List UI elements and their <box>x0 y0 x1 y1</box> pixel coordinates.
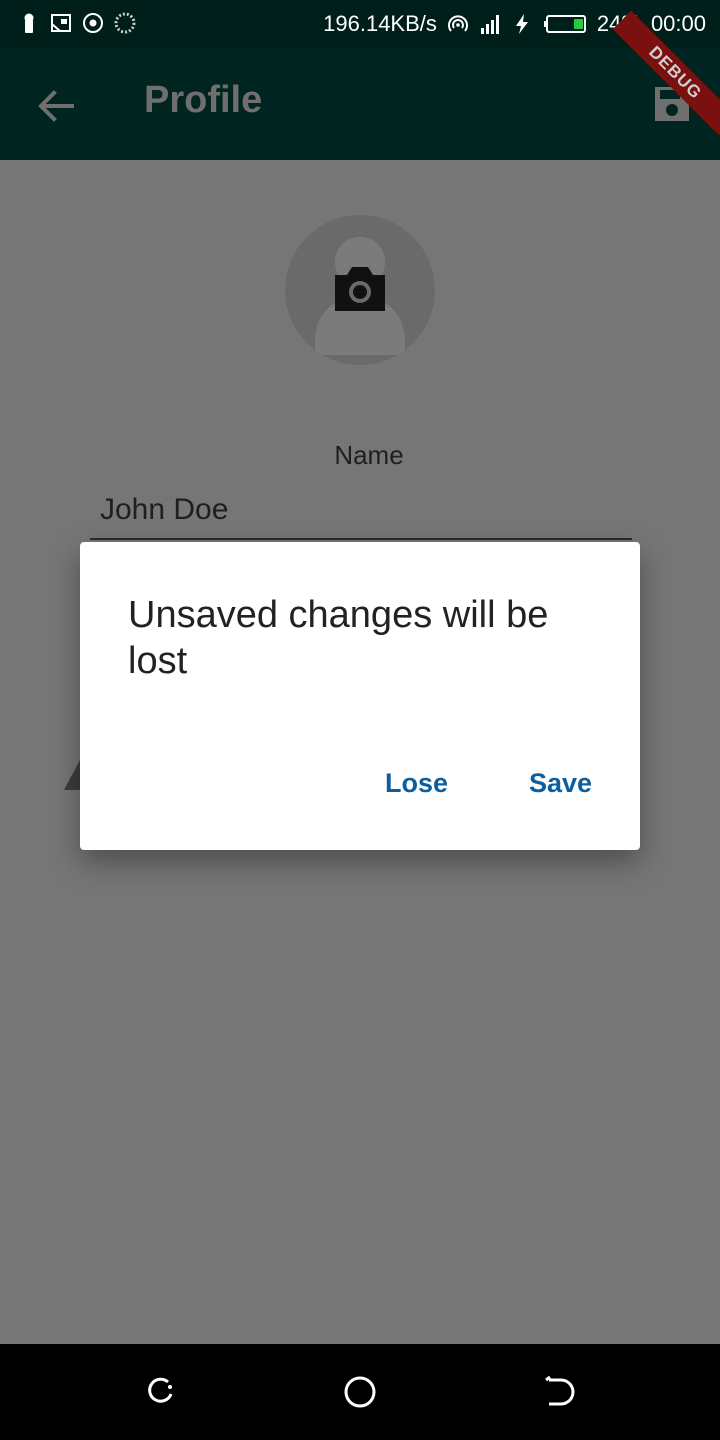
status-left-icons <box>18 12 136 34</box>
signal-icon <box>480 15 499 34</box>
charging-icon <box>515 14 528 34</box>
dialog-title: Unsaved changes will be lost <box>128 594 549 682</box>
name-field[interactable]: John Doe <box>100 493 228 527</box>
clock: 00:00 <box>650 11 706 36</box>
page-title: Profile <box>144 79 263 121</box>
avatar[interactable] <box>285 215 435 365</box>
app-bar: Profile DEBUG <box>0 10 720 160</box>
save-button[interactable]: Save <box>529 768 592 799</box>
unsaved-changes-dialog: Unsaved changes will be lost Lose Save <box>80 542 640 850</box>
target-icon <box>83 13 103 33</box>
name-label: Name <box>334 440 404 470</box>
camera-icon <box>335 267 385 311</box>
back-nav-icon[interactable] <box>541 1374 577 1410</box>
system-nav-bar <box>0 1344 720 1440</box>
keyhole-icon <box>24 13 34 33</box>
hotspot-icon <box>447 15 468 32</box>
lose-button[interactable]: Lose <box>385 768 448 799</box>
network-speed: 196.14KB/s <box>323 11 437 36</box>
recents-icon[interactable] <box>142 1374 178 1410</box>
cast-icon <box>51 14 71 32</box>
name-field-underline <box>90 538 632 540</box>
status-bar: 196.14KB/s 24% 00:00 <box>0 0 720 48</box>
back-arrow-icon[interactable] <box>34 84 78 128</box>
battery-icon <box>543 15 586 33</box>
home-icon[interactable] <box>342 1374 378 1410</box>
spinner-icon <box>114 12 136 34</box>
